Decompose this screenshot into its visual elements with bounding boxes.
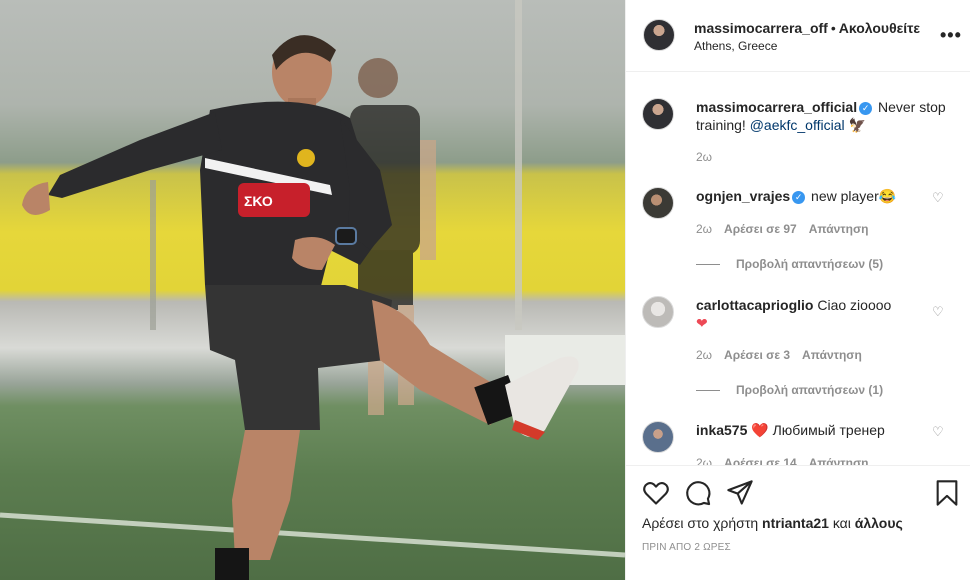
comment-time[interactable]: 2ω (696, 222, 712, 236)
comment-username[interactable]: carlottacaprioglio (696, 297, 813, 313)
likes-prefix: Αρέσει στο χρήστη (642, 515, 759, 531)
heart-emoji: ❤️ (751, 422, 769, 438)
like-comment-heart-icon[interactable]: ♡ (932, 305, 944, 318)
comment-text: ognjen_vrajes ✓ new player😂 (696, 187, 946, 205)
caption-username[interactable]: massimocarrera_official (696, 99, 857, 115)
comment-text: inka575 ❤️ Любимый тренер (696, 421, 946, 439)
comment-body: Любимый тренер (772, 422, 885, 438)
caption-meta: 2ω (696, 150, 724, 164)
comment-icon[interactable] (684, 479, 712, 507)
comment-likes[interactable]: Αρέσει σε 3 (724, 348, 790, 362)
bookmark-icon[interactable] (933, 479, 961, 507)
like-comment-heart-icon[interactable]: ♡ (932, 425, 944, 438)
divider (696, 390, 720, 392)
caption-text: massimocarrera_official ✓ Never stop trai… (696, 98, 946, 134)
reply-button[interactable]: Απάντηση (809, 222, 869, 236)
comment-text: carlottacaprioglio Ciao zioooo ❤ (696, 296, 946, 332)
location-link[interactable]: Athens, Greece (694, 39, 777, 53)
divider (696, 264, 720, 266)
post-actions: Αρέσει στο χρήστη ntrianta21 και άλλους … (626, 465, 970, 580)
reply-button[interactable]: Απάντηση (802, 348, 862, 362)
eagle-emoji: 🦅 (848, 117, 866, 133)
like-comment-heart-icon[interactable]: ♡ (932, 191, 944, 204)
avatar[interactable] (642, 296, 674, 328)
liked-by-others-link[interactable]: άλλους (855, 515, 903, 531)
header-line: massimocarrera_off • Ακολουθείτε (694, 20, 920, 36)
comment-time[interactable]: 2ω (696, 456, 712, 465)
avatar[interactable] (642, 421, 674, 453)
mention-link[interactable]: @aekfc_official (750, 117, 845, 133)
avatar[interactable] (642, 187, 674, 219)
caption-time[interactable]: 2ω (696, 150, 712, 164)
heart-emoji: ❤ (696, 315, 708, 331)
heart-icon[interactable] (642, 479, 670, 507)
view-replies-label: Προβολή απαντήσεων (1) (736, 383, 884, 397)
comment-username[interactable]: ognjen_vrajes (696, 188, 790, 204)
post-side-panel: massimocarrera_off • Ακολουθείτε Athens, G… (625, 0, 970, 580)
post-timestamp[interactable]: ΠΡΙΝ ΑΠΟ 2 ΩΡΕΣ (642, 542, 731, 553)
view-replies-label: Προβολή απαντήσεων (5) (736, 257, 884, 271)
view-replies-button[interactable]: Προβολή απαντήσεων (1) (696, 383, 883, 397)
svg-text:ΣΚΟ: ΣΚΟ (244, 193, 273, 209)
post-photo[interactable]: ΣΚΟ (0, 0, 625, 580)
comment-likes[interactable]: Αρέσει σε 14 (724, 456, 797, 465)
header-separator: • (830, 20, 836, 36)
comment-meta: 2ω Αρέσει σε 97 Απάντηση (696, 222, 881, 236)
avatar[interactable] (642, 98, 674, 130)
view-replies-button[interactable]: Προβολή απαντήσεων (5) (696, 257, 883, 271)
header-username[interactable]: massimocarrera_off (694, 20, 828, 36)
likes-summary: Αρέσει στο χρήστη ntrianta21 και άλλους (642, 515, 903, 531)
likes-middle: και (832, 515, 851, 531)
comment-likes[interactable]: Αρέσει σε 97 (724, 222, 797, 236)
post-header: massimocarrera_off • Ακολουθείτε Athens, G… (626, 0, 970, 72)
verified-badge-icon: ✓ (859, 102, 873, 115)
comment-meta: 2ω Αρέσει σε 3 Απάντηση (696, 348, 874, 362)
send-icon[interactable] (726, 479, 754, 507)
photo-illustration: ΣΚΟ (0, 0, 625, 580)
avatar[interactable] (643, 19, 675, 51)
comment-body: Ciao zioooo (817, 297, 892, 313)
liked-by-user-link[interactable]: ntrianta21 (762, 515, 829, 531)
following-button[interactable]: Ακολουθείτε (839, 20, 920, 36)
comments-list[interactable]: massimocarrera_official ✓ Never stop trai… (626, 73, 970, 465)
reply-button[interactable]: Απάντηση (809, 456, 869, 465)
comment-meta: 2ω Αρέσει σε 14 Απάντηση (696, 456, 881, 465)
comment-body: new player😂 (811, 188, 897, 204)
more-options-icon[interactable]: ••• (940, 26, 962, 44)
comment-username[interactable]: inka575 (696, 422, 747, 438)
verified-badge-icon: ✓ (792, 191, 806, 204)
comment-time[interactable]: 2ω (696, 348, 712, 362)
